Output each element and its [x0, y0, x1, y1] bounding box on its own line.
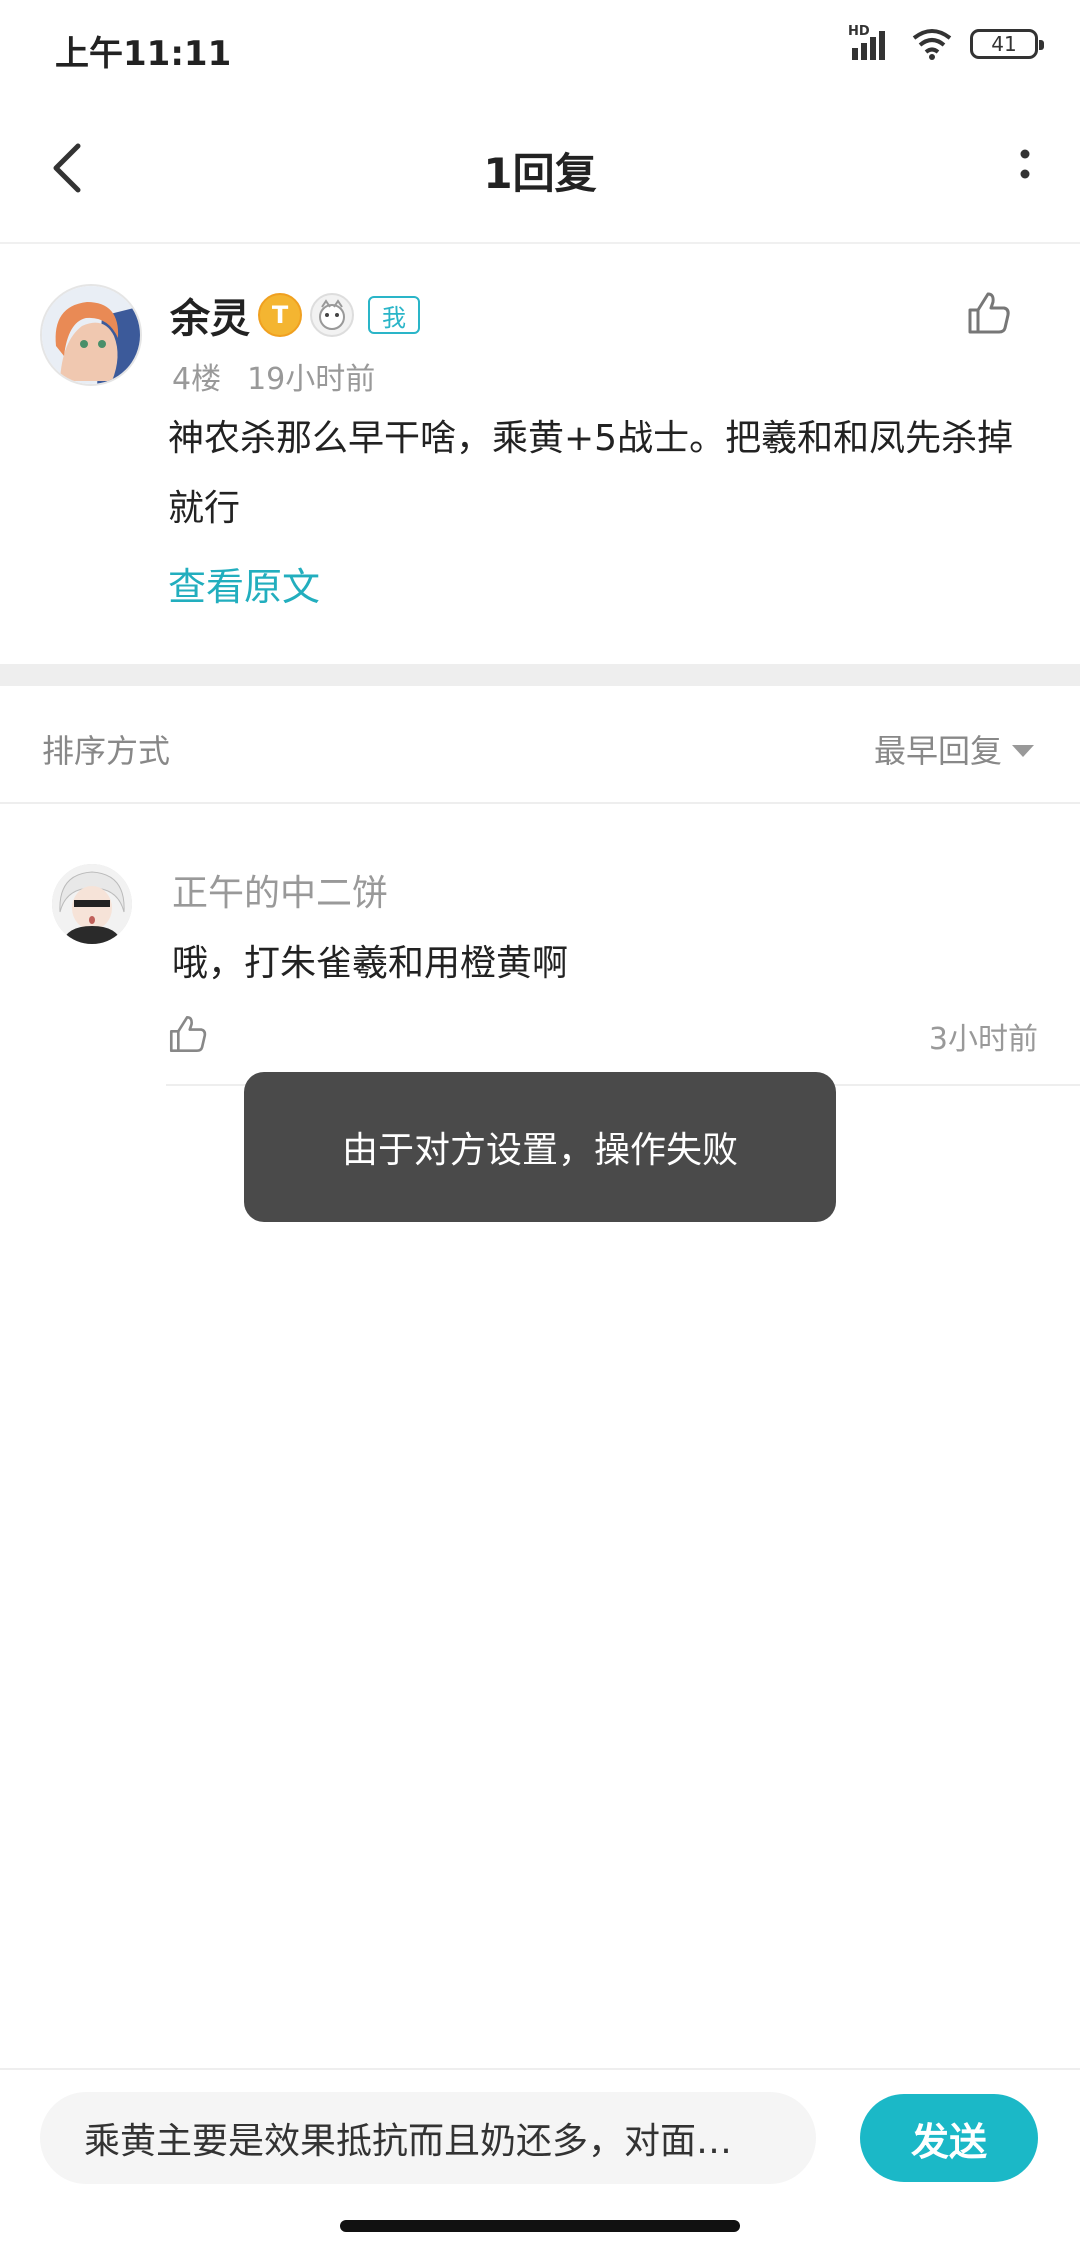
send-button[interactable]: 发送	[860, 2094, 1038, 2182]
reply-input[interactable]	[40, 2092, 816, 2184]
sort-current: 最早回复	[873, 732, 1002, 770]
reply-username[interactable]: 正午的中二饼	[172, 864, 388, 916]
me-tag: 我	[368, 296, 420, 334]
thumbs-up-icon	[968, 292, 1010, 334]
more-vertical-icon	[1020, 149, 1030, 179]
avatar[interactable]	[40, 284, 142, 386]
decoration-badge-icon	[310, 293, 354, 337]
nav-bar: 1回复	[0, 96, 1080, 244]
level-badge: T	[258, 293, 302, 337]
reply-like-button[interactable]	[166, 1012, 210, 1056]
wifi-icon	[912, 28, 952, 60]
status-time: 上午11:11	[55, 34, 232, 74]
page-title: 1回复	[483, 149, 597, 198]
sort-label: 排序方式	[42, 732, 171, 770]
username[interactable]: 余灵	[170, 286, 250, 344]
signal-icon: HD	[848, 24, 894, 62]
post-content: 神农杀那么早干啥，乘黄+5战士。把羲和和凤先杀掉就行	[168, 418, 1014, 529]
list-item: 正午的中二饼 哦，打朱雀羲和用橙黄啊 3小时前	[0, 804, 1080, 1088]
toast-message: 由于对方设置，操作失败	[244, 1072, 836, 1222]
like-button[interactable]	[964, 288, 1014, 338]
avatar[interactable]	[52, 864, 132, 944]
reply-time: 3小时前	[928, 1022, 1038, 1057]
sort-bar: 排序方式 最早回复	[0, 686, 1080, 804]
reply-content: 哦，打朱雀羲和用橙黄啊	[172, 943, 569, 984]
op-meta: 4楼 19小时前	[172, 354, 401, 398]
caret-down-icon	[1012, 745, 1034, 757]
original-post: 余灵 T 我 4楼 19小时前 神农杀那么早干啥，乘黄+5战士。把羲和和凤先杀掉就…	[0, 244, 1080, 664]
section-divider	[0, 664, 1080, 686]
view-original-link[interactable]: 查看原文	[168, 556, 320, 611]
status-bar: 上午11:11 HD 41	[0, 0, 1080, 96]
battery-icon: 41	[970, 29, 1044, 59]
reply-composer: 发送	[0, 2068, 1080, 2208]
home-indicator[interactable]	[340, 2220, 740, 2232]
status-icons: HD 41	[848, 24, 1044, 62]
floor-number: 4楼	[172, 362, 222, 397]
sort-dropdown[interactable]: 最早回复	[874, 726, 1034, 772]
op-name-row: 余灵 T 我	[170, 286, 420, 344]
post-time: 19小时前	[247, 362, 376, 397]
more-button[interactable]	[1000, 138, 1050, 198]
thumbs-up-icon	[169, 1015, 207, 1053]
hd-label: HD	[848, 24, 870, 39]
battery-level: 41	[991, 32, 1017, 56]
